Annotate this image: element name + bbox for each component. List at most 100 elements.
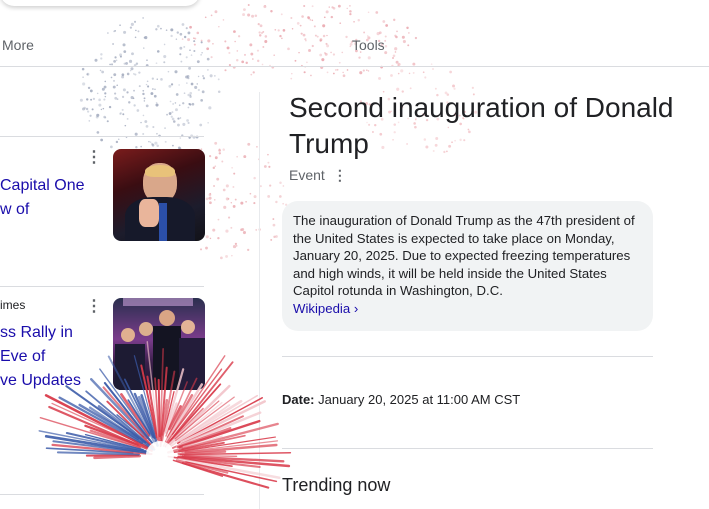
firework-streak (181, 440, 279, 453)
firework-speck (241, 228, 245, 232)
search-box-edge[interactable] (0, 0, 200, 6)
firework-speck (217, 237, 220, 240)
firework-speck (225, 229, 229, 233)
firework-speck (224, 69, 227, 72)
firework-speck (151, 88, 154, 90)
firework-speck (82, 82, 86, 86)
knowledge-panel-type: Event ⋮ (289, 167, 347, 184)
firework-speck (114, 92, 117, 95)
firework-speck (113, 73, 117, 77)
firework-speck (151, 143, 155, 147)
wikipedia-link[interactable]: Wikipedia › (293, 301, 358, 316)
firework-speck (187, 121, 190, 125)
firework-streak (65, 431, 147, 453)
firework-speck (253, 195, 257, 199)
firework-streak (38, 430, 147, 453)
firework-speck (96, 113, 100, 117)
firework-speck (87, 110, 90, 113)
firework-speck (471, 86, 474, 89)
firework-speck (247, 248, 250, 252)
firework-speck (81, 67, 85, 71)
firework-speck (424, 76, 427, 79)
firework-streak (168, 407, 204, 444)
firework-speck (282, 185, 285, 187)
firework-speck (255, 229, 258, 231)
firework-speck (207, 122, 209, 124)
firework-speck (197, 88, 200, 92)
firework-streak (175, 459, 229, 474)
firework-speck (142, 89, 145, 92)
firework-speck (275, 200, 278, 204)
more-vert-icon[interactable]: ⋮ (86, 299, 102, 317)
firework-speck (138, 85, 141, 88)
firework-speck (156, 78, 158, 81)
firework-speck (172, 103, 174, 105)
news-card[interactable]: ⋮ Capital One w of (0, 149, 210, 250)
firework-streak (172, 459, 224, 477)
firework-speck (171, 111, 174, 114)
firework-speck (171, 144, 174, 147)
firework-streak (168, 405, 182, 431)
firework-speck (390, 74, 393, 77)
firework-speck (188, 66, 192, 70)
firework-speck (202, 77, 206, 80)
firework-speck (228, 216, 231, 219)
firework-speck (100, 108, 103, 111)
firework-speck (126, 72, 130, 76)
firework-speck (400, 69, 404, 73)
news-card[interactable]: imes ⋮ ss Rally in Eve of ve Updates (0, 298, 210, 408)
firework-speck (367, 70, 370, 72)
firework-speck (189, 94, 192, 97)
firework-speck (121, 75, 125, 79)
news-headline[interactable]: Capital One w of (0, 174, 104, 222)
crowd-face (121, 328, 135, 342)
firework-speck (202, 75, 205, 78)
firework-speck (124, 124, 127, 127)
tab-tools[interactable]: Tools (352, 37, 385, 53)
firework-speck (272, 223, 276, 227)
firework-speck (130, 67, 134, 71)
news-thumbnail[interactable] (113, 298, 205, 390)
firework-speck (140, 145, 142, 148)
firework-speck (232, 244, 237, 249)
firework-speck (187, 77, 190, 80)
firework-speck (96, 131, 100, 134)
more-vert-icon[interactable]: ⋮ (333, 167, 347, 183)
firework-speck (103, 85, 107, 89)
firework-speck (412, 71, 415, 74)
search-tabs-bar: More Tools (0, 0, 709, 67)
news-headline[interactable]: ss Rally in Eve of ve Updates (0, 321, 104, 393)
firework-streak (181, 455, 285, 463)
firework-speck (214, 141, 218, 145)
firework-speck (86, 73, 89, 76)
firework-speck (220, 256, 223, 260)
firework-speck (168, 84, 172, 88)
panel-divider (282, 356, 653, 357)
firework-speck (188, 102, 191, 106)
firework-streak (88, 406, 154, 451)
firework-speck (119, 113, 121, 115)
firework-speck (225, 184, 229, 188)
firework-speck (212, 228, 216, 232)
firework-speck (110, 145, 113, 149)
firework-speck (122, 88, 126, 92)
news-thumbnail[interactable] (113, 149, 205, 241)
firework-glow (146, 441, 174, 469)
firework-speck (422, 71, 425, 74)
more-vert-icon[interactable]: ⋮ (86, 150, 102, 168)
firework-speck (230, 226, 233, 229)
firework-speck (272, 218, 275, 220)
firework-speck (217, 218, 220, 221)
firework-streak (116, 414, 145, 438)
firework-streak (167, 455, 233, 467)
firework-speck (182, 102, 185, 105)
tab-more[interactable]: More (2, 37, 34, 53)
firework-speck (213, 199, 216, 201)
firework-streak (177, 450, 227, 456)
firework-speck (174, 70, 178, 74)
firework-speck (150, 92, 154, 96)
firework-speck (359, 71, 363, 75)
firework-speck (208, 106, 212, 110)
firework-speck (104, 116, 107, 119)
firework-speck (290, 77, 293, 80)
